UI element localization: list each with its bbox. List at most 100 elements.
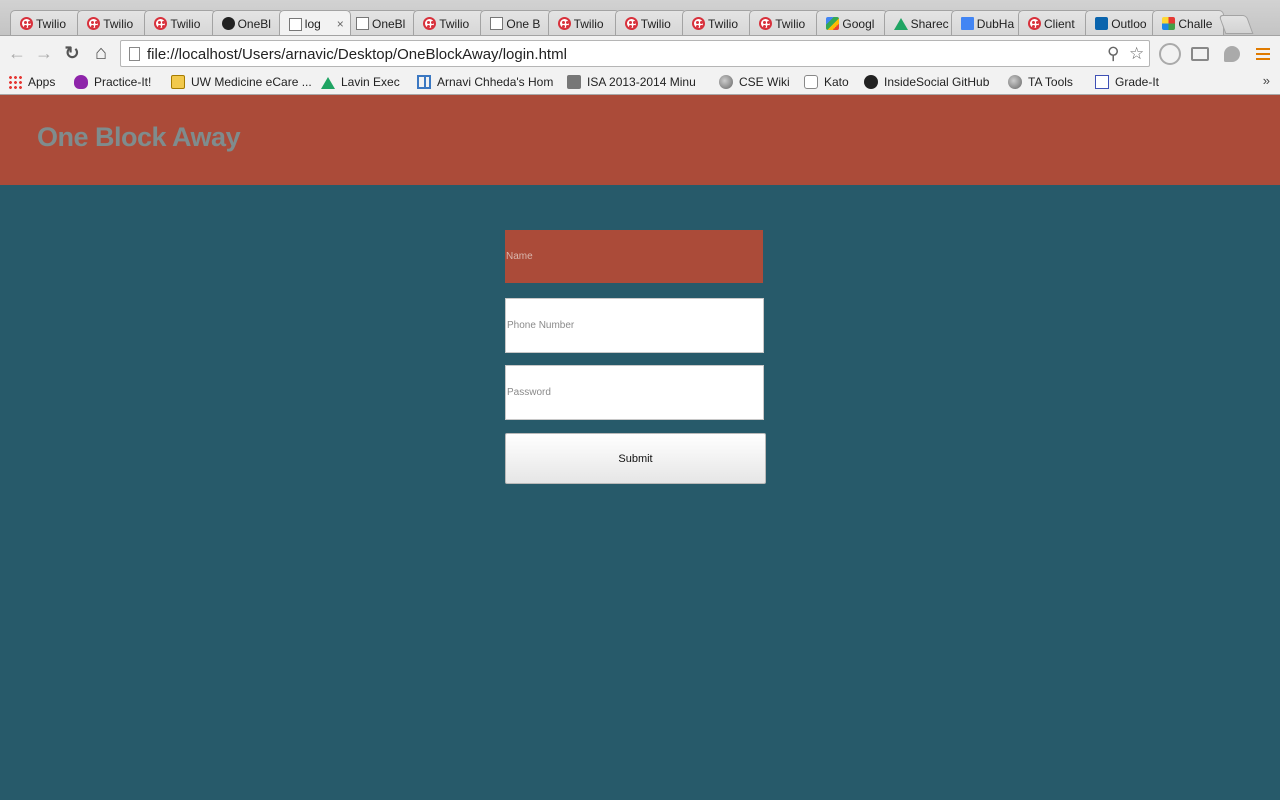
browser-tab[interactable]: Twilio — [413, 10, 486, 35]
tab-label: DubHa — [976, 16, 1015, 31]
menu-icon[interactable] — [1256, 48, 1270, 60]
browser-tab[interactable]: Twilio — [682, 10, 754, 35]
uw-icon — [171, 75, 185, 89]
browser-tab[interactable]: OneBl — [211, 10, 284, 35]
twilio-icon — [624, 17, 638, 30]
tab-label: Twilio — [36, 16, 67, 31]
tab-label: Twilio — [103, 16, 134, 31]
tab-strip: Twilio Twilio Twilio OneBl log × OneBl Twilio On… — [0, 0, 1280, 36]
tab-label: Outloo — [1111, 16, 1147, 31]
tab-label: Twilio — [708, 16, 739, 31]
star-icon[interactable]: ☆ — [1129, 44, 1144, 64]
browser-tab[interactable]: Twilio — [77, 10, 150, 35]
browser-toolbar: ← → ↻ ⌂ ⚲ ☆ — [0, 36, 1280, 70]
url-input[interactable] — [147, 44, 1097, 64]
twilio-icon — [1028, 17, 1041, 30]
bookmark-label: Arnavi Chheda's Hom — [437, 75, 554, 89]
cast-icon[interactable] — [1191, 47, 1209, 61]
github-icon — [221, 17, 235, 30]
browser-tab[interactable]: Twilio — [10, 10, 82, 35]
docs-icon — [960, 17, 974, 30]
bookmark-label: InsideSocial GitHub — [884, 75, 990, 89]
bookmark-label: Practice-It! — [94, 75, 152, 89]
tab-label: OneBl — [237, 16, 271, 31]
browser-tab[interactable]: Twilio — [614, 10, 687, 35]
bookmark-item[interactable]: UW Medicine eCare ... — [171, 73, 313, 91]
globe-icon — [719, 75, 733, 89]
outlook-icon — [1095, 17, 1109, 30]
bookmark-item[interactable]: Apps — [8, 73, 64, 91]
site-title: One Block Away — [37, 122, 241, 152]
search-icon[interactable]: ⚲ — [1107, 44, 1119, 64]
browser-tab[interactable]: DubHa — [950, 10, 1023, 35]
tab-label: Client — [1044, 16, 1075, 31]
github-icon — [864, 75, 878, 89]
back-icon[interactable]: ← — [5, 41, 29, 65]
twilio-icon — [154, 17, 168, 30]
browser-tab[interactable]: Twilio — [547, 10, 620, 35]
tab-close-icon[interactable]: × — [337, 17, 344, 31]
twilio-icon — [557, 17, 571, 30]
password-field[interactable] — [505, 365, 764, 420]
bookmarks-overflow-button[interactable]: » — [1263, 73, 1270, 88]
tab-label: OneBl — [372, 16, 406, 31]
tab-label: Twilio — [775, 16, 806, 31]
twilio-icon — [759, 17, 773, 30]
address-bar[interactable]: ⚲ ☆ — [120, 40, 1150, 67]
pinwheel-icon — [1162, 17, 1176, 30]
bookmark-label: ISA 2013-2014 Minu — [587, 75, 696, 89]
twilio-icon — [423, 17, 437, 30]
reload-icon[interactable]: ↻ — [60, 41, 84, 65]
bookmark-label: TA Tools — [1028, 75, 1073, 89]
forward-icon[interactable]: → — [32, 41, 56, 65]
hangouts-icon[interactable] — [1224, 46, 1240, 62]
bug-icon — [74, 75, 88, 89]
submit-button[interactable]: Submit — [505, 433, 766, 484]
browser-tab[interactable]: log × — [278, 10, 351, 35]
tab-label: One B — [506, 16, 541, 31]
bookmark-item[interactable]: Arnavi Chheda's Hom — [417, 73, 559, 91]
extension-icon[interactable] — [1159, 43, 1181, 65]
twilio-icon — [87, 17, 101, 30]
tab-label: Twilio — [439, 16, 470, 31]
globe-icon — [1008, 75, 1022, 89]
checkbox-icon — [1095, 75, 1109, 89]
bookmark-item[interactable]: TA Tools — [1008, 73, 1088, 91]
bookmark-item[interactable]: InsideSocial GitHub — [864, 73, 1000, 91]
tab-label: Twilio — [170, 16, 201, 31]
bookmark-item[interactable]: ISA 2013-2014 Minu — [567, 73, 709, 91]
bookmark-item[interactable]: Kato — [804, 73, 856, 91]
browser-tab[interactable]: Outloo — [1085, 10, 1158, 35]
drive-icon — [893, 17, 908, 30]
name-field[interactable] — [505, 230, 763, 283]
browser-tab[interactable]: Client — [1018, 10, 1090, 35]
tab-label: Googl — [842, 16, 875, 31]
bookmark-label: Kato — [824, 75, 849, 89]
twilio-icon — [20, 17, 33, 30]
browser-chrome: Twilio Twilio Twilio OneBl log × OneBl Twilio On… — [0, 0, 1280, 95]
bookmark-item[interactable]: Lavin Exec — [321, 73, 409, 91]
browser-tab[interactable]: Twilio — [144, 10, 217, 35]
tab-label: Sharec — [910, 16, 949, 31]
browser-tab[interactable]: Googl — [816, 10, 889, 35]
bookmark-item[interactable]: CSE Wiki — [719, 73, 795, 91]
tab-label: Twilio — [640, 16, 671, 31]
site-header: One Block Away — [0, 95, 1280, 185]
bookmark-item[interactable]: Grade-It — [1095, 73, 1175, 91]
phone-number-field[interactable] — [505, 298, 764, 353]
browser-tab[interactable]: OneBl — [346, 10, 418, 35]
tab-label: log — [304, 17, 321, 31]
google-icon — [826, 17, 840, 30]
bookmark-item[interactable]: Practice-It! — [74, 73, 162, 91]
tab-label: Twilio — [573, 16, 604, 31]
browser-tab[interactable]: Twilio — [749, 10, 822, 35]
bookmark-label: Grade-It — [1115, 75, 1160, 89]
browser-tab[interactable]: One B — [480, 10, 553, 35]
folder-icon — [567, 75, 581, 89]
bookmark-label: Apps — [28, 75, 56, 89]
browser-tab[interactable]: Sharec — [883, 10, 956, 35]
apps-grid-icon — [8, 75, 22, 89]
home-icon[interactable]: ⌂ — [89, 41, 113, 65]
new-tab-button[interactable] — [1218, 15, 1254, 34]
browser-tab[interactable]: Challe — [1152, 10, 1225, 35]
